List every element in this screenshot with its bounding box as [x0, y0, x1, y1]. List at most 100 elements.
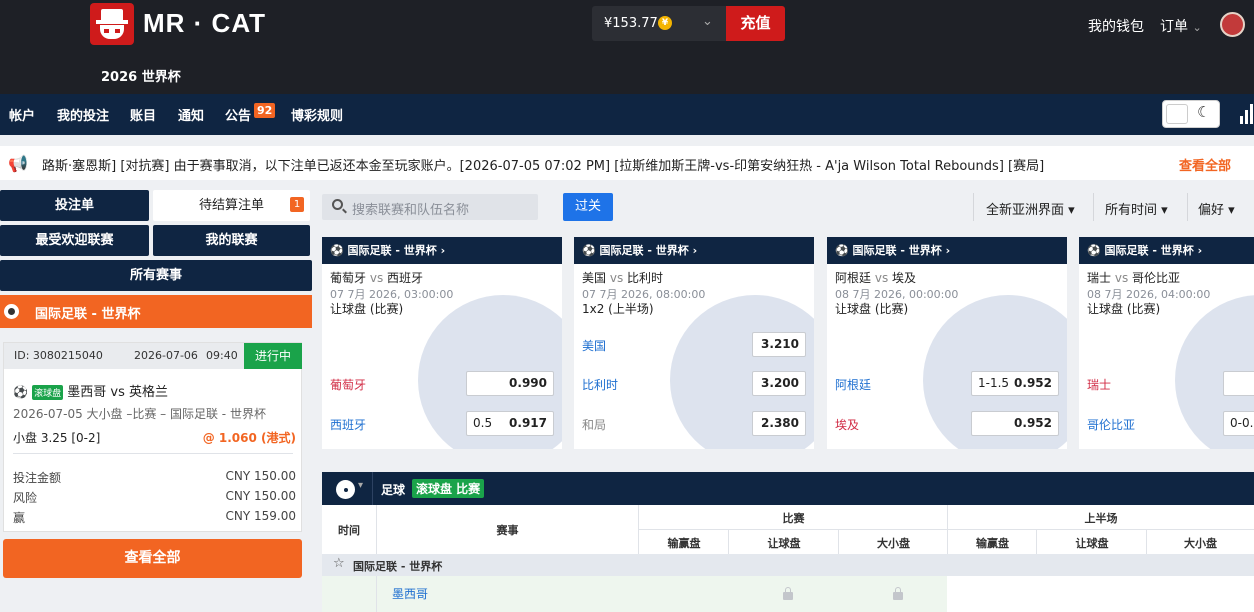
brand-name[interactable]: MR · CAT [143, 8, 266, 39]
bet-date: 2026-07-06 [134, 349, 198, 362]
nav-statement[interactable]: 账目 [130, 105, 156, 124]
match-card: ⚽ 国际足联 - 世界杯 › 瑞士 vs 哥伦比亚 08 7月 2026, 04… [1079, 237, 1254, 449]
popular-leagues-button[interactable]: 最受欢迎联赛 [0, 225, 149, 256]
search-icon [332, 199, 343, 210]
divider [1146, 529, 1147, 554]
nav-announcements[interactable]: 公告 [225, 105, 251, 124]
caret-down-icon: ▾ [1161, 203, 1168, 218]
divider [1036, 529, 1037, 554]
bet-time: 09:40 [206, 349, 238, 362]
time-select-label: 所有时间 [1105, 203, 1158, 218]
view-select-label: 全新亚洲界面 [986, 203, 1065, 218]
orders-menu[interactable]: 订单 ⌄ [1160, 16, 1202, 36]
stake-value: CNY 150.00 [225, 469, 297, 483]
time-select[interactable]: 所有时间 ▾ [1105, 199, 1168, 218]
handicap-value: 1-1.5 [978, 376, 1010, 390]
col-over-under: 大小盘 [1184, 537, 1217, 550]
nav-my-bets[interactable]: 我的投注 [57, 105, 109, 124]
odds-button[interactable]: 3.210 [752, 332, 806, 357]
away-team: 西班牙 [387, 271, 424, 285]
odds-button[interactable]: 0-0.5 [1223, 411, 1254, 436]
match-card: ⚽ 国际足联 - 世界杯 › 美国 vs 比利时 07 7月 2026, 08:… [574, 237, 814, 449]
caret-down-icon[interactable]: ▾ [358, 480, 363, 491]
logo-icon[interactable] [90, 3, 134, 45]
card-market: 让球盘 (比赛) [330, 302, 404, 316]
odds-value: 0.952 [1014, 376, 1052, 390]
bet-selection: 小盘 3.25 [0-2] [13, 431, 101, 445]
soccer-ball-icon [4, 304, 19, 319]
odds-button[interactable] [1223, 371, 1254, 396]
col-group-full: 比赛 [782, 512, 805, 525]
card-league-header[interactable]: ⚽ 国际足联 - 世界杯 › [827, 237, 1067, 264]
card-teams: 美国 vs 比利时 [582, 269, 663, 286]
col-handicap: 让球盘 [767, 537, 801, 550]
my-leagues-button[interactable]: 我的联赛 [153, 225, 310, 256]
preference-select-label: 偏好 [1198, 203, 1225, 218]
nav-notifications[interactable]: 通知 [178, 105, 204, 124]
league-header[interactable]: 国际足联 - 世界杯 [0, 295, 312, 328]
avatar[interactable] [1220, 12, 1245, 37]
view-select[interactable]: 全新亚洲界面 ▾ [986, 199, 1075, 218]
card-league-title: 国际足联 - 世界杯 [852, 244, 942, 257]
chevron-down-icon: ⌄ [1192, 21, 1202, 34]
odds-button[interactable]: 3.200 [752, 371, 806, 396]
tab-betslip[interactable]: 投注单 [0, 190, 149, 221]
handicap-value: 0.5 [473, 416, 493, 430]
selection-label: 阿根廷 [835, 378, 872, 392]
selection-label: 美国 [582, 339, 607, 353]
odds-button[interactable]: 2.380 [752, 411, 806, 436]
my-wallet-link[interactable]: 我的钱包 [1088, 16, 1144, 36]
col-handicap: 让球盘 [1075, 537, 1109, 550]
search-field[interactable]: 搜索联赛和队伍名称 [322, 194, 538, 220]
league-row-title: 国际足联 - 世界杯 [353, 560, 443, 573]
card-league-title: 国际足联 - 世界杯 [347, 244, 437, 257]
deposit-button[interactable]: 充值 [726, 6, 785, 41]
risk-value: CNY 150.00 [225, 489, 297, 503]
odds-value: 0.917 [509, 416, 547, 430]
home-team: 美国 [582, 271, 607, 285]
odds-value: 3.200 [761, 376, 799, 390]
parlay-button[interactable]: 过关 [563, 193, 613, 221]
league-row[interactable]: ☆ 国际足联 - 世界杯 [322, 554, 1254, 576]
ticker-view-all-link[interactable]: 查看全部 [1179, 155, 1231, 174]
risk-label: 风险 [13, 491, 38, 505]
vs-label: vs [369, 271, 384, 285]
theme-toggle[interactable]: ☾ [1162, 100, 1220, 128]
odds-button[interactable]: 0.990 [466, 371, 554, 396]
chevron-down-icon: ⌄ [702, 14, 713, 29]
nav-betting-rules[interactable]: 博彩规则 [291, 105, 343, 124]
odds-button[interactable]: 1-1.5 0.952 [971, 371, 1059, 396]
stats-icon[interactable] [1240, 104, 1254, 124]
team-name[interactable]: 墨西哥 [392, 585, 428, 602]
odds-button[interactable]: 0.5 0.917 [466, 411, 554, 436]
card-league-header[interactable]: ⚽ 国际足联 - 世界杯 › [574, 237, 814, 264]
search-input[interactable]: 搜索联赛和队伍名称 [352, 199, 469, 218]
status-badge: 进行中 [244, 343, 302, 369]
pending-count-badge: 1 [290, 197, 304, 212]
col-group-half: 上半场 [1084, 512, 1118, 525]
all-events-button[interactable]: 所有赛事 [0, 260, 312, 291]
bet-id: ID: 3080215040 [14, 349, 103, 362]
table-header-bar: ▾ 足球 滚球盘 比赛 [322, 472, 1254, 505]
nav-account[interactable]: 帐户 [9, 105, 35, 124]
odds-value: 0.952 [1014, 416, 1052, 430]
card-league-header[interactable]: ⚽ 国际足联 - 世界杯 › [1079, 237, 1254, 264]
balance-dropdown[interactable]: ¥153.77 ¥ ⌄ [592, 6, 726, 41]
odds-button[interactable]: 0.952 [971, 411, 1059, 436]
home-team: 瑞士 [1087, 271, 1112, 285]
lock-icon [783, 587, 793, 600]
announcement-ticker: 📢 路斯·塞恩斯] [对抗赛] 由于赛事取消，以下注单已返还本金至玩家账户。[2… [0, 146, 1254, 180]
moon-icon: ☾ [1197, 103, 1211, 121]
divider [13, 453, 293, 454]
away-team: 埃及 [892, 271, 917, 285]
bet-match-line: ⚽ 滚球盘 墨西哥 vs 英格兰 [13, 381, 168, 400]
view-all-bets-button[interactable]: 查看全部 [3, 539, 302, 578]
card-league-header[interactable]: ⚽ 国际足联 - 世界杯 › [322, 237, 562, 264]
preference-select[interactable]: 偏好 ▾ [1198, 199, 1235, 218]
star-icon[interactable]: ☆ [333, 556, 345, 571]
top-header: MR · CAT 2026 世界杯 ¥153.77 ¥ ⌄ 充值 我的钱包 订单… [0, 0, 1254, 94]
home-team: 阿根廷 [835, 271, 872, 285]
live-tag: 滚球盘 [32, 385, 64, 400]
tab-pending-bets[interactable]: 待结算注单 1 [153, 190, 310, 221]
announcement-count-badge: 92 [254, 103, 276, 118]
